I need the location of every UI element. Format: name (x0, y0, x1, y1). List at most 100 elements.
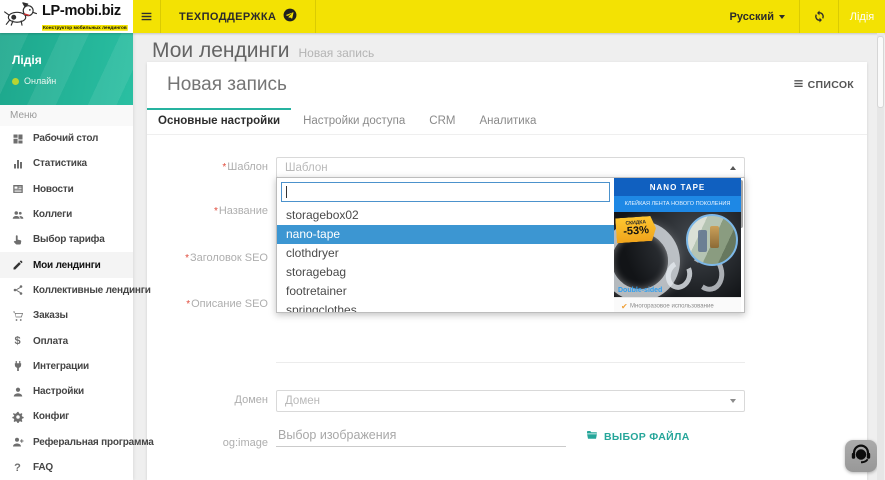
preview-image: СКИДКА -53% Double-sided (614, 212, 741, 297)
person-plus-icon (10, 436, 25, 448)
sidebar-item-referral[interactable]: Реферальная программа (0, 430, 133, 455)
app-window: LP-mobi.biz Конструктор мобильных лендин… (0, 0, 885, 480)
domain-select[interactable]: Домен (276, 390, 745, 412)
tab-crm[interactable]: CRM (417, 108, 467, 134)
sidebar-item-settings[interactable]: Настройки (0, 379, 133, 404)
gear-icon (10, 411, 25, 423)
share-icon (10, 284, 25, 296)
person-icon (10, 386, 25, 398)
template-preview: NANO TAPE КЛЕЙКАЯ ЛЕНТА НОВОГО ПОКОЛЕНИЯ… (614, 178, 741, 313)
og-image-input[interactable]: Выбор изображения (276, 424, 566, 447)
logo-title: LP-mobi.biz (42, 3, 121, 19)
folder-icon (585, 428, 599, 446)
sidebar-item-payment[interactable]: $ Оплата (0, 328, 133, 353)
template-option-springclothes[interactable]: springclothes (277, 301, 614, 313)
domain-field-label: Домен (147, 394, 268, 407)
telegram-icon (283, 8, 297, 25)
form-divider (276, 362, 745, 363)
list-button-label: СПИСОК (808, 79, 854, 91)
preview-feature-text: Многоразовое использование (630, 303, 714, 310)
choose-file-button[interactable]: ВЫБОР ФАЙЛА (585, 428, 690, 446)
sidebar-item-orders[interactable]: Заказы (0, 303, 133, 328)
pencil-icon (10, 259, 25, 271)
hand-pointer-icon (10, 234, 25, 246)
sidebar-user-name: Лідія (12, 53, 42, 67)
sidebar-item-tariff[interactable]: Выбор тарифа (0, 227, 133, 252)
sidebar-item-news[interactable]: Новости (0, 177, 133, 202)
template-option-storagebag[interactable]: storagebag (277, 263, 614, 282)
menu-toggle-icon[interactable] (133, 0, 160, 33)
sidebar-item-statistics[interactable]: Статистика (0, 151, 133, 176)
tab-main-settings[interactable]: Основные настройки (147, 108, 291, 134)
text-cursor (286, 186, 287, 198)
template-option-clothdryer[interactable]: clothdryer (277, 244, 614, 263)
news-icon (10, 183, 25, 195)
page-title: Мои лендинги (152, 39, 289, 63)
tab-analytics[interactable]: Аналитика (467, 108, 548, 134)
sidebar-item-config[interactable]: Конфиг (0, 404, 133, 429)
choose-file-label: ВЫБОР ФАЙЛА (604, 431, 690, 443)
template-select[interactable]: Шаблон (276, 157, 745, 178)
template-option-nano-tape[interactable]: nano-tape (277, 225, 614, 244)
template-dropdown: storagebox02nano-tapeclothdryerstorageba… (276, 177, 745, 313)
sidebar-item-faq[interactable]: ? FAQ (0, 455, 133, 480)
discount-badge: СКИДКА -53% (615, 216, 657, 244)
domain-select-placeholder: Домен (285, 395, 730, 407)
template-search-input[interactable] (281, 182, 610, 202)
dollar-icon: $ (10, 335, 25, 347)
support-label: ТЕХПОДДЕРЖКА (179, 11, 276, 23)
topbar-yellow: ТЕХПОДДЕРЖКА Русский Лідія (133, 0, 885, 33)
language-selector[interactable]: Русский (716, 0, 799, 33)
sidebar-item-my-landings[interactable]: Мои лендинги (0, 252, 133, 277)
template-select-placeholder: Шаблон (285, 162, 730, 174)
chevron-down-icon (779, 15, 785, 19)
user-menu[interactable]: Лідія (839, 0, 885, 33)
sidebar-item-colleagues[interactable]: Коллеги (0, 202, 133, 227)
template-options-list: storagebox02nano-tapeclothdryerstorageba… (277, 206, 614, 313)
sidebar: Лідія Онлайн Меню Рабочий стол Статистик… (0, 33, 133, 480)
tabs: Основные настройкиНастройки доступаCRMАн… (147, 108, 867, 135)
support-chat-widget[interactable] (845, 440, 877, 472)
sidebar-user-status: Онлайн (12, 76, 56, 86)
bar-chart-icon (10, 158, 25, 170)
cart-icon (10, 310, 25, 322)
tab-access-settings[interactable]: Настройки доступа (291, 108, 417, 134)
list-icon (793, 78, 804, 92)
online-status-label: Онлайн (24, 76, 56, 86)
headset-icon (849, 442, 873, 471)
preview-title: NANO TAPE (650, 183, 706, 192)
check-icon: ✔ (621, 302, 628, 311)
scrollbar-thumb[interactable] (877, 36, 884, 108)
seo-title-field-label: *Заголовок SEO (147, 252, 268, 265)
og-image-field-label: og:image (147, 437, 268, 450)
topbar: LP-mobi.biz Конструктор мобильных лендин… (0, 0, 885, 33)
chevron-up-icon (730, 166, 736, 170)
chevron-down-icon (730, 399, 736, 403)
name-field-label: *Название (147, 205, 268, 218)
sidebar-item-desktop[interactable]: Рабочий стол (0, 126, 133, 151)
support-button[interactable]: ТЕХПОДДЕРЖКА (161, 0, 315, 33)
divider (315, 0, 316, 33)
sidebar-item-integrations[interactable]: Интеграции (0, 354, 133, 379)
language-label: Русский (730, 11, 774, 23)
refresh-button[interactable] (800, 0, 838, 33)
template-field-label: *Шаблон (147, 161, 268, 174)
online-status-dot (12, 78, 19, 85)
menu-section-label: Меню (0, 105, 133, 126)
logo[interactable]: LP-mobi.biz Конструктор мобильных лендин… (0, 0, 133, 33)
logo-subtitle: Конструктор мобильных лендингов (42, 25, 128, 31)
preview-subtitle: КЛЕЙКАЯ ЛЕНТА НОВОГО ПОКОЛЕНИЯ (614, 196, 741, 211)
page-scrollbar[interactable] (877, 33, 884, 480)
dog-logo-icon (3, 2, 41, 31)
page-header: Мои лендинги Новая запись (152, 39, 374, 63)
template-option-footretainer[interactable]: footretainer (277, 282, 614, 301)
question-icon: ? (10, 462, 25, 474)
sidebar-menu: Рабочий стол Статистика Новости Коллеги … (0, 126, 133, 480)
sidebar-item-collective-landings[interactable]: Коллективные лендинги (0, 278, 133, 303)
list-button[interactable]: СПИСОК (793, 78, 854, 92)
people-icon (10, 209, 25, 221)
template-option-storagebox02[interactable]: storagebox02 (277, 206, 614, 225)
preview-inset-photo (686, 214, 738, 266)
dashboard-icon (10, 133, 25, 145)
seo-description-field-label: *Описание SEO (147, 298, 268, 311)
